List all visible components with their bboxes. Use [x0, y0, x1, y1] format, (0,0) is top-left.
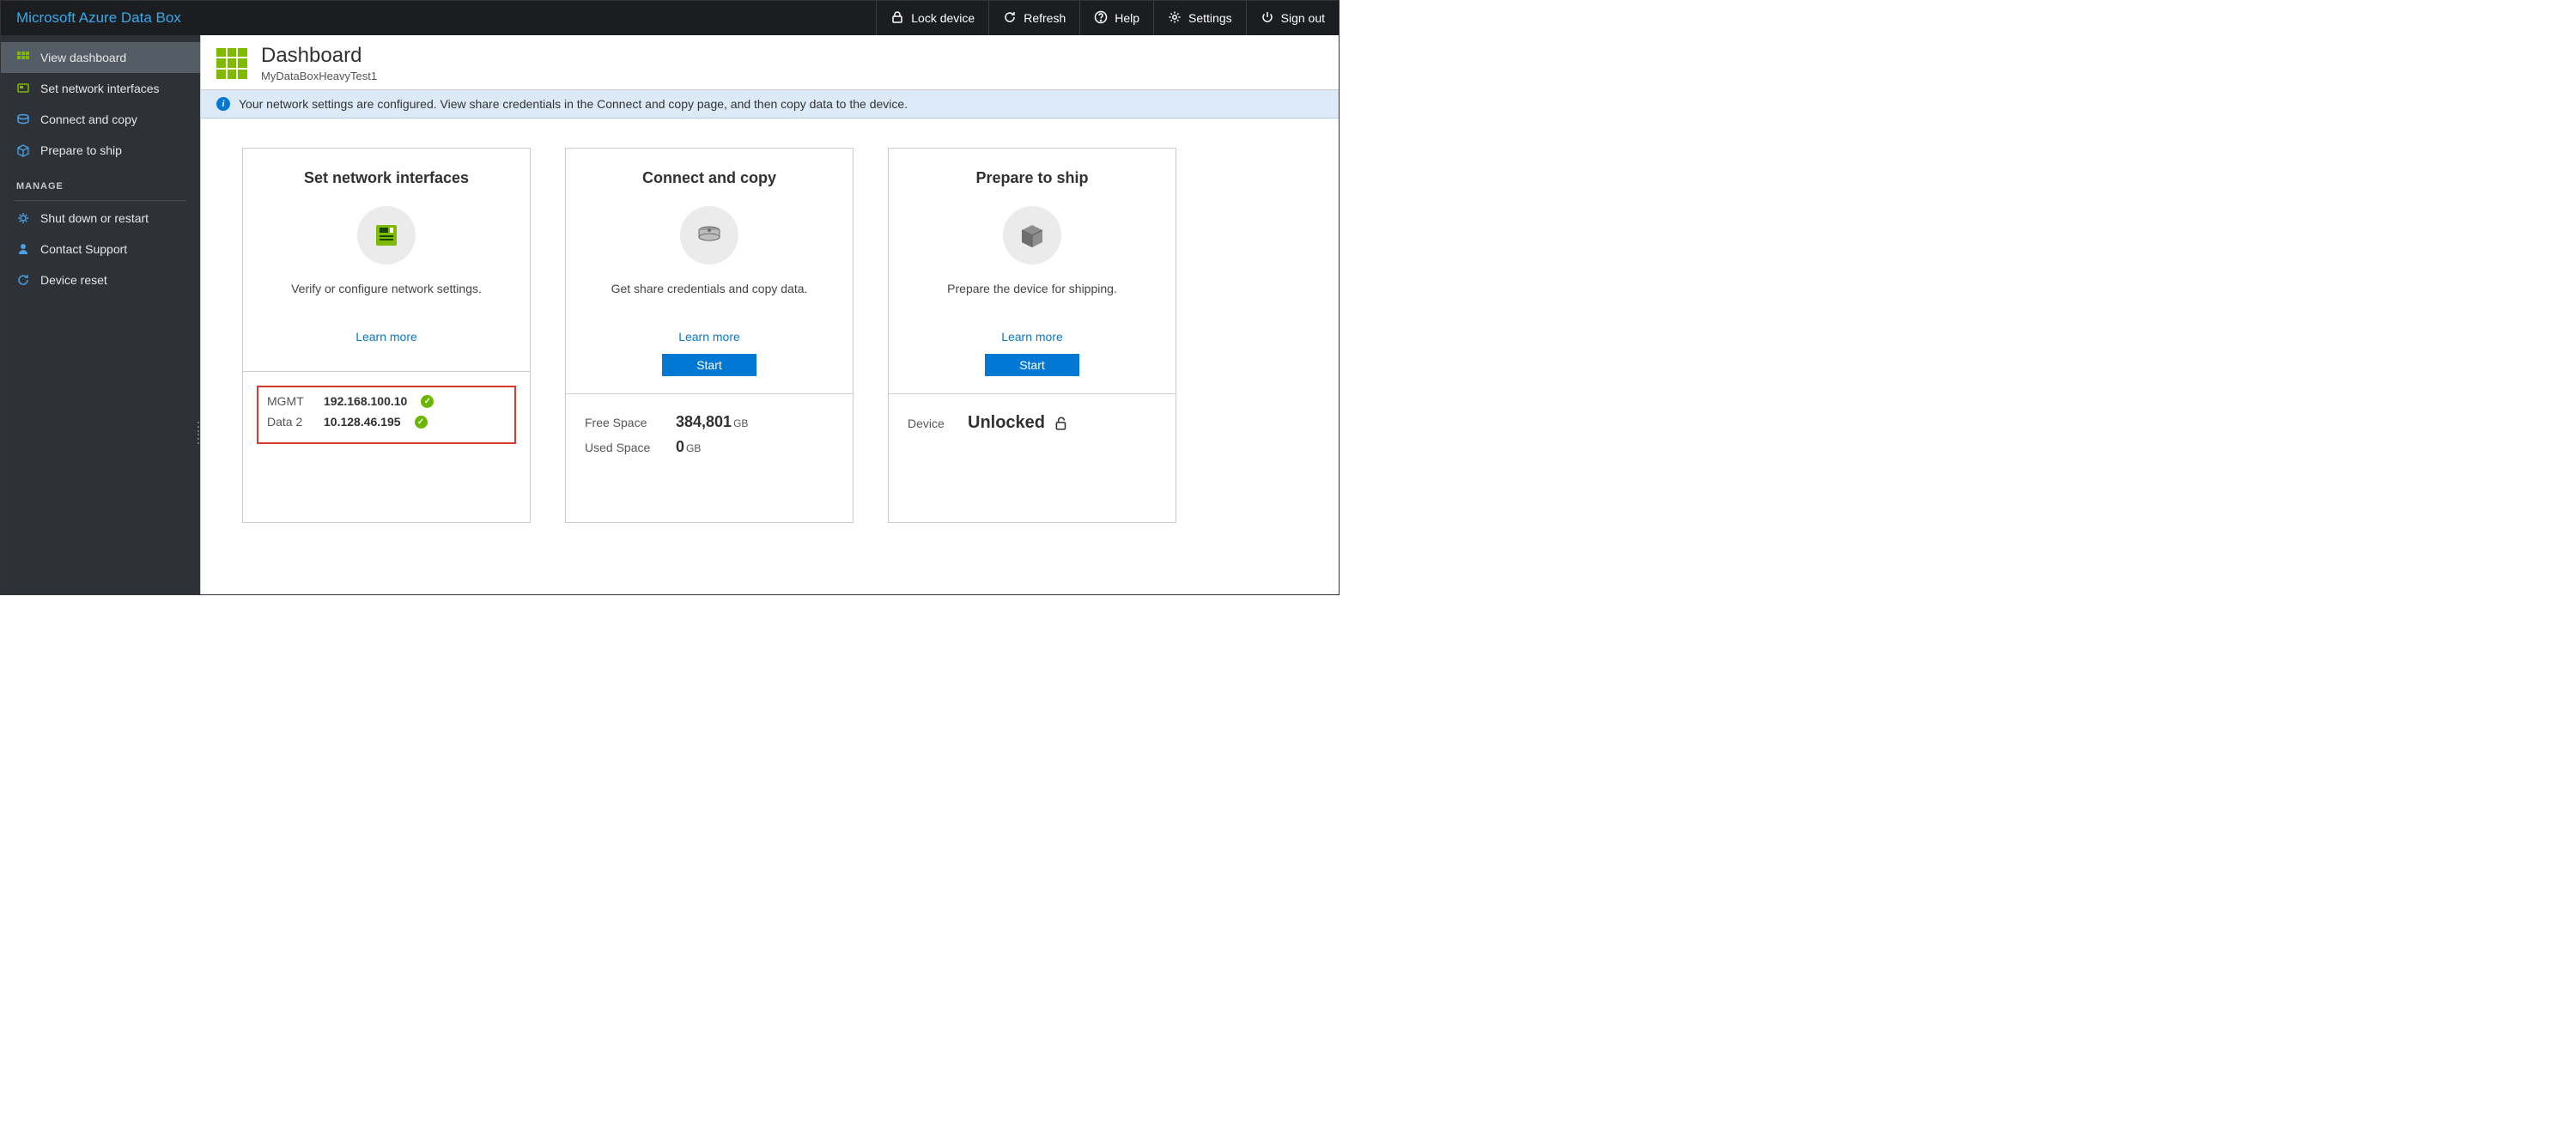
info-bar: i Your network settings are configured. … — [201, 90, 1339, 119]
used-space-label: Used Space — [585, 441, 667, 454]
header-actions: Lock device Refresh Help Settings Sign o… — [876, 1, 1339, 35]
grid-icon — [16, 51, 30, 64]
support-icon — [16, 242, 30, 256]
sidebar-item-label: Contact Support — [40, 242, 127, 256]
unlock-icon — [1054, 416, 1069, 431]
interface-ip: 192.168.100.10 — [324, 394, 407, 408]
signout-label: Sign out — [1281, 11, 1325, 25]
sidebar-item-label: Device reset — [40, 273, 107, 287]
box-icon — [1003, 206, 1061, 265]
page-subtitle: MyDataBoxHeavyTest1 — [261, 70, 377, 82]
card-title: Set network interfaces — [260, 169, 513, 187]
gear-outline-icon — [16, 211, 30, 225]
sidebar-item-connect-copy[interactable]: Connect and copy — [1, 104, 200, 135]
sidebar: View dashboard Set network interfaces Co… — [1, 35, 200, 594]
card-title: Connect and copy — [583, 169, 835, 187]
help-label: Help — [1115, 11, 1139, 25]
sidebar-item-label: Shut down or restart — [40, 211, 149, 225]
check-icon — [415, 416, 428, 429]
device-state-value: Unlocked — [968, 413, 1069, 433]
network-row-mgmt: MGMT 192.168.100.10 — [267, 394, 506, 408]
app-header: Microsoft Azure Data Box Lock device Ref… — [1, 1, 1339, 35]
interface-ip: 10.128.46.195 — [324, 415, 401, 429]
lock-device-label: Lock device — [911, 11, 975, 25]
interface-label: Data 2 — [267, 415, 315, 429]
interface-label: MGMT — [267, 394, 315, 408]
page-title: Dashboard — [261, 44, 377, 68]
start-button[interactable]: Start — [662, 354, 756, 376]
used-space-row: Used Space 0GB — [585, 438, 834, 456]
start-button[interactable]: Start — [985, 354, 1079, 376]
refresh-button[interactable]: Refresh — [988, 1, 1079, 35]
disk-stack-icon — [680, 206, 738, 265]
help-button[interactable]: Help — [1079, 1, 1153, 35]
lock-icon — [890, 10, 904, 27]
free-space-value: 384,801GB — [676, 413, 748, 431]
reset-icon — [16, 273, 30, 287]
sidebar-heading-manage: MANAGE — [1, 166, 200, 197]
dashboard-grid-icon — [216, 48, 247, 79]
learn-more-link[interactable]: Learn more — [583, 330, 835, 344]
sidebar-item-label: Set network interfaces — [40, 82, 160, 95]
free-space-label: Free Space — [585, 416, 667, 429]
nic-icon — [357, 206, 416, 265]
main-content: Dashboard MyDataBoxHeavyTest1 i Your net… — [200, 35, 1339, 594]
network-icon — [16, 82, 30, 95]
card-title: Prepare to ship — [906, 169, 1158, 187]
power-icon — [1261, 10, 1274, 27]
card-connect-copy: Connect and copy Get share credentials a… — [565, 148, 854, 523]
page-header: Dashboard MyDataBoxHeavyTest1 — [201, 35, 1339, 90]
refresh-label: Refresh — [1024, 11, 1066, 25]
package-icon — [16, 143, 30, 157]
sidebar-item-label: View dashboard — [40, 51, 126, 64]
disk-icon — [16, 113, 30, 126]
info-text: Your network settings are configured. Vi… — [239, 97, 908, 111]
lock-device-button[interactable]: Lock device — [876, 1, 988, 35]
sidebar-item-network[interactable]: Set network interfaces — [1, 73, 200, 104]
sidebar-item-label: Prepare to ship — [40, 143, 122, 157]
signout-button[interactable]: Sign out — [1246, 1, 1339, 35]
sidebar-item-dashboard[interactable]: View dashboard — [1, 42, 200, 73]
sidebar-item-shutdown[interactable]: Shut down or restart — [1, 203, 200, 234]
card-description: Verify or configure network settings. — [260, 282, 513, 301]
refresh-icon — [1003, 10, 1017, 27]
learn-more-link[interactable]: Learn more — [906, 330, 1158, 344]
brand-title: Microsoft Azure Data Box — [1, 9, 181, 27]
network-row-data2: Data 2 10.128.46.195 — [267, 415, 506, 429]
sidebar-item-device-reset[interactable]: Device reset — [1, 265, 200, 295]
help-icon — [1094, 10, 1108, 27]
sidebar-separator — [15, 200, 186, 201]
info-icon: i — [216, 97, 230, 111]
free-space-row: Free Space 384,801GB — [585, 413, 834, 431]
card-network-interfaces: Set network interfaces Verify or configu… — [242, 148, 531, 523]
learn-more-link[interactable]: Learn more — [260, 330, 513, 344]
sidebar-item-label: Connect and copy — [40, 113, 137, 126]
sidebar-item-prepare-ship[interactable]: Prepare to ship — [1, 135, 200, 166]
network-interfaces-highlight: MGMT 192.168.100.10 Data 2 10.128.46.195 — [257, 386, 516, 444]
card-prepare-ship: Prepare to ship Prepare the device for s… — [888, 148, 1176, 523]
card-description: Prepare the device for shipping. — [906, 282, 1158, 301]
dashboard-cards: Set network interfaces Verify or configu… — [201, 119, 1339, 552]
check-icon — [421, 395, 434, 408]
settings-button[interactable]: Settings — [1153, 1, 1246, 35]
gear-icon — [1168, 10, 1182, 27]
settings-label: Settings — [1188, 11, 1232, 25]
sidebar-item-contact-support[interactable]: Contact Support — [1, 234, 200, 265]
sidebar-resize-handle[interactable] — [197, 422, 204, 444]
card-description: Get share credentials and copy data. — [583, 282, 835, 301]
device-state-row: Device Unlocked — [908, 413, 1157, 433]
used-space-value: 0GB — [676, 438, 701, 456]
device-label: Device — [908, 417, 959, 430]
